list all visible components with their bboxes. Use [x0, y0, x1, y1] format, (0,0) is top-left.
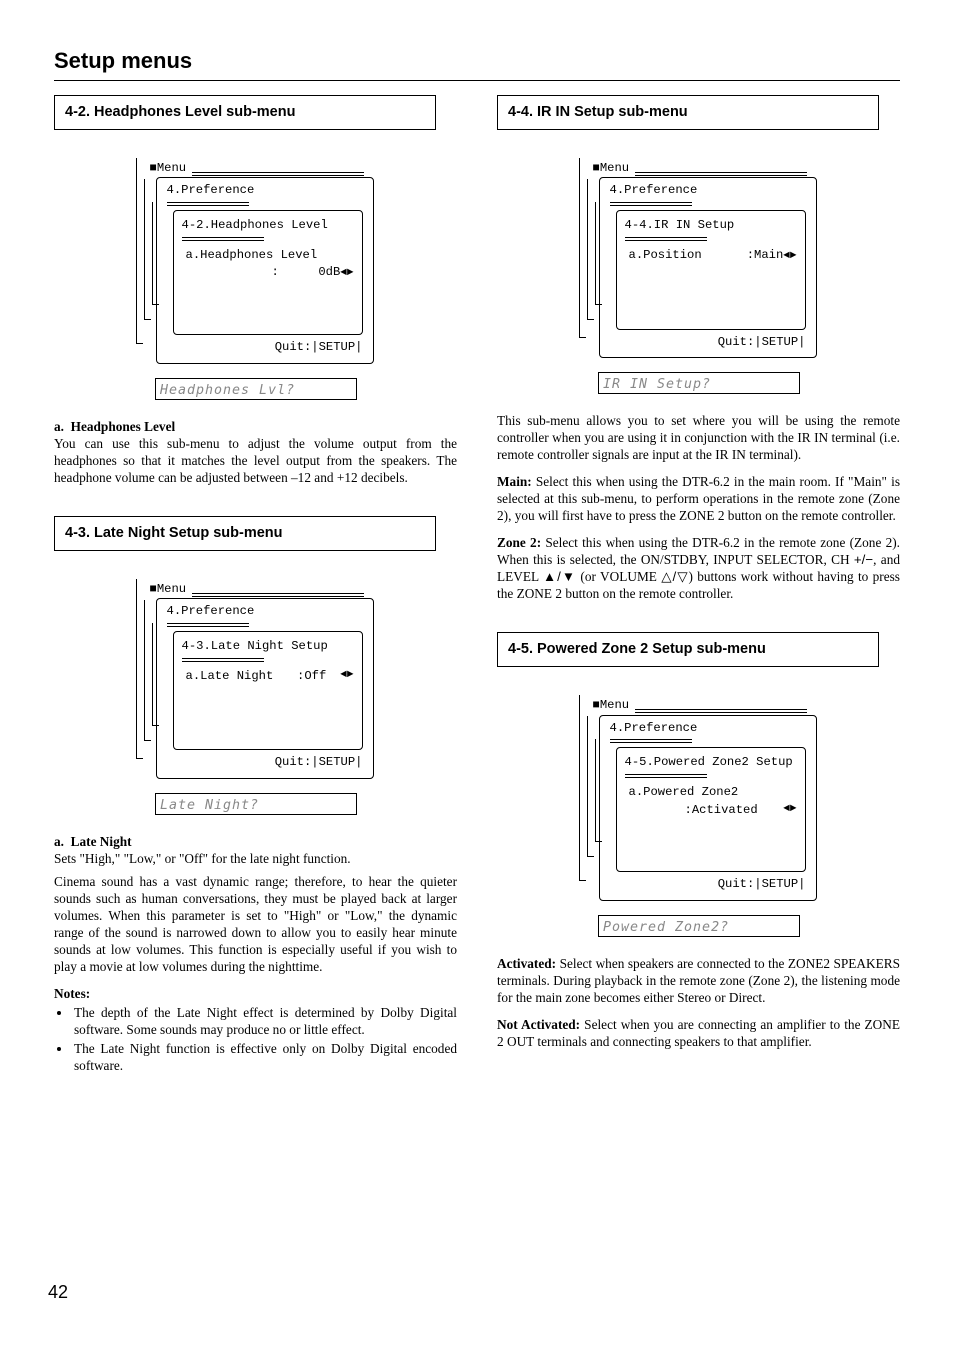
note-item: The Late Night function is effective onl… — [72, 1040, 457, 1074]
zone2-option-4-4: Zone 2: Select this when using the DTR-6… — [497, 534, 900, 602]
right-column: 4-4. IR IN Setup sub-menu ■Menu 4.Prefer… — [497, 95, 900, 1076]
page-number: 42 — [48, 1282, 68, 1303]
lcd-item-a-val: :Off — [297, 668, 326, 686]
segment-display-4-5: Powered Zone2? — [598, 915, 800, 937]
lcd-lr-arrows-icon: ◄► — [783, 802, 796, 820]
ch-plus-minus-icon: +/− — [854, 552, 873, 567]
lcd-menu-icon: ■ — [593, 698, 600, 712]
item-a-body2-4-3: Cinema sound has a vast dynamic range; t… — [54, 873, 457, 975]
lcd-item-a-line2: :Activated — [685, 802, 758, 820]
lcd-pref: 4.Preference — [610, 720, 806, 738]
lcd-submenu: 4-5.Powered Zone2 Setup — [625, 754, 797, 772]
page-title: Setup menus — [54, 48, 900, 74]
section-4-4-heading: 4-4. IR IN Setup sub-menu — [497, 95, 879, 130]
lcd-pref: 4.Preference — [167, 182, 363, 200]
lcd-4-2: ■Menu 4.Preference 4-2.Headphones Level … — [138, 152, 374, 368]
lcd-4-2-wrap: ■Menu 4.Preference 4-2.Headphones Level … — [54, 152, 457, 400]
notes-label: Notes: — [54, 985, 457, 1002]
lcd-submenu: 4-3.Late Night Setup — [182, 638, 354, 656]
item-a-body1-4-3: Sets "High," "Low," or "Off" for the lat… — [54, 850, 457, 867]
lcd-4-3-wrap: ■Menu 4.Preference 4-3.Late Night Setup … — [54, 573, 457, 815]
intro-4-4: This sub-menu allows you to set where yo… — [497, 412, 900, 463]
section-4-2-heading: 4-2. Headphones Level sub-menu — [54, 95, 436, 130]
lcd-menu-label: Menu — [157, 161, 186, 175]
segment-display-4-4: IR IN Setup? — [598, 372, 800, 394]
lcd-item-a-label: a.Late Night — [186, 668, 274, 686]
item-a-body-4-2: You can use this sub-menu to adjust the … — [54, 435, 457, 486]
lcd-menu-label: Menu — [600, 161, 629, 175]
lcd-item-a-val: :Main — [747, 248, 784, 262]
not-activated-option-4-5: Not Activated: Select when you are conne… — [497, 1016, 900, 1050]
lcd-pref: 4.Preference — [610, 182, 806, 200]
left-column: 4-2. Headphones Level sub-menu ■Menu 4.P… — [54, 95, 457, 1076]
lcd-4-4-wrap: ■Menu 4.Preference 4-4.IR IN Setup a.Pos… — [497, 152, 900, 395]
notes-list: The depth of the Late Night effect is de… — [72, 1004, 457, 1074]
lcd-quit: Quit:|SETUP| — [610, 330, 806, 352]
item-a-heading-4-3: a. Late Night — [54, 833, 457, 850]
lcd-quit: Quit:|SETUP| — [167, 335, 363, 357]
svg-text:Late Night?: Late Night? — [160, 798, 259, 813]
lcd-item-a-line1: a.Powered Zone2 — [625, 784, 797, 802]
columns: 4-2. Headphones Level sub-menu ■Menu 4.P… — [54, 95, 900, 1076]
lcd-lr-arrows-icon: ◄► — [783, 250, 796, 262]
lcd-quit: Quit:|SETUP| — [610, 872, 806, 894]
section-4-3-heading: 4-3. Late Night Setup sub-menu — [54, 516, 436, 551]
lcd-item-a-label: a.Position — [629, 247, 702, 265]
segment-display-4-3: Late Night? — [155, 793, 357, 815]
lcd-menu-icon: ■ — [150, 582, 157, 596]
lcd-menu-label: Menu — [600, 698, 629, 712]
section-4-5-heading: 4-5. Powered Zone 2 Setup sub-menu — [497, 632, 879, 667]
lcd-item-a-colon: : — [272, 264, 279, 282]
lcd-4-5-wrap: ■Menu 4.Preference 4-5.Powered Zone2 Set… — [497, 689, 900, 937]
lcd-submenu: 4-4.IR IN Setup — [625, 217, 797, 235]
item-a-heading-4-2: a. Headphones Level — [54, 418, 457, 435]
level-up-down-icon: ▲/▼ — [543, 569, 576, 584]
svg-text:Headphones Lvl?: Headphones Lvl? — [160, 383, 295, 398]
lcd-menu-icon: ■ — [150, 161, 157, 175]
lcd-lr-arrows-icon: ◄► — [340, 668, 353, 686]
lcd-4-4: ■Menu 4.Preference 4-4.IR IN Setup a.Pos… — [581, 152, 817, 363]
lcd-submenu: 4-2.Headphones Level — [182, 217, 354, 235]
note-item: The depth of the Late Night effect is de… — [72, 1004, 457, 1038]
lcd-menu-icon: ■ — [593, 161, 600, 175]
svg-text:IR IN Setup?: IR IN Setup? — [603, 377, 711, 392]
lcd-menu-label: Menu — [157, 582, 186, 596]
main-option-4-4: Main: Select this when using the DTR-6.2… — [497, 473, 900, 524]
lcd-pref: 4.Preference — [167, 603, 363, 621]
lcd-item-a-line1: a.Headphones Level — [182, 247, 354, 265]
lcd-4-5: ■Menu 4.Preference 4-5.Powered Zone2 Set… — [581, 689, 817, 905]
activated-option-4-5: Activated: Select when speakers are conn… — [497, 955, 900, 1006]
lcd-quit: Quit:|SETUP| — [167, 750, 363, 772]
lcd-lr-arrows-icon: ◄► — [340, 267, 353, 279]
hr-top — [54, 80, 900, 81]
lcd-item-a-val: 0dB — [318, 265, 340, 279]
segment-display-4-2: Headphones Lvl? — [155, 378, 357, 400]
lcd-4-3: ■Menu 4.Preference 4-3.Late Night Setup … — [138, 573, 374, 783]
svg-text:Powered Zone2?: Powered Zone2? — [603, 920, 729, 935]
volume-up-down-icon: △/▽ — [661, 569, 688, 584]
